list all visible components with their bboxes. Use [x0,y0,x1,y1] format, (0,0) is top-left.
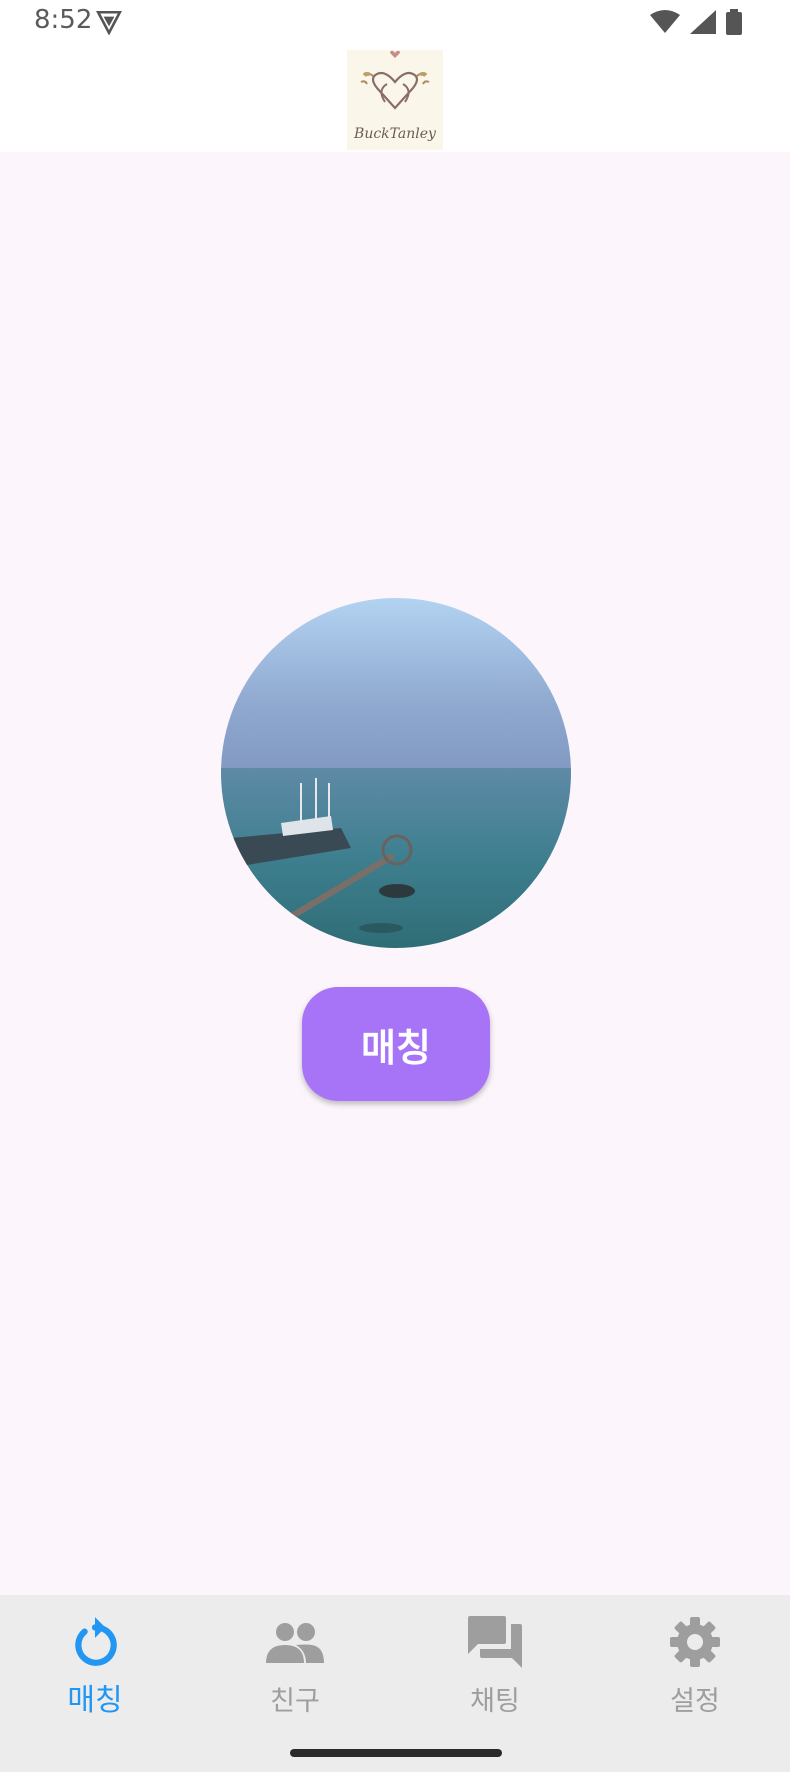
match-button[interactable]: 매칭 [302,987,490,1101]
nav-item-friends[interactable]: 친구 [195,1595,395,1735]
vpn-icon [96,10,122,35]
nav-item-matching[interactable]: 매칭 [0,1595,195,1735]
app-logo: BuckTanley [347,50,443,150]
nav-label-chat: 채팅 [470,1686,520,1717]
nav-label-matching: 매칭 [67,1683,123,1718]
signal-icon [690,10,716,34]
nav-item-chat[interactable]: 채팅 [395,1595,595,1735]
nav-item-settings[interactable]: 설정 [595,1595,790,1735]
wifi-icon [650,10,680,33]
heart-logo-icon [360,50,430,110]
gear-icon [670,1617,720,1667]
home-indicator[interactable] [290,1749,502,1757]
bottom-navigation: 매칭 친구 채팅 설정 [0,1595,790,1772]
status-time: 8:52 [34,5,93,35]
profile-photo [221,598,571,948]
nav-label-friends: 친구 [270,1686,320,1717]
status-icons [650,9,742,35]
people-icon [266,1623,324,1663]
seaside-photo-image [221,598,571,948]
chat-icon [468,1616,522,1668]
status-bar: 8:52 [0,0,790,44]
app-header: BuckTanley [0,44,790,152]
battery-icon [726,9,742,35]
nav-label-settings: 설정 [670,1686,720,1717]
logo-text: BuckTanley [354,126,436,142]
refresh-icon [75,1617,117,1666]
